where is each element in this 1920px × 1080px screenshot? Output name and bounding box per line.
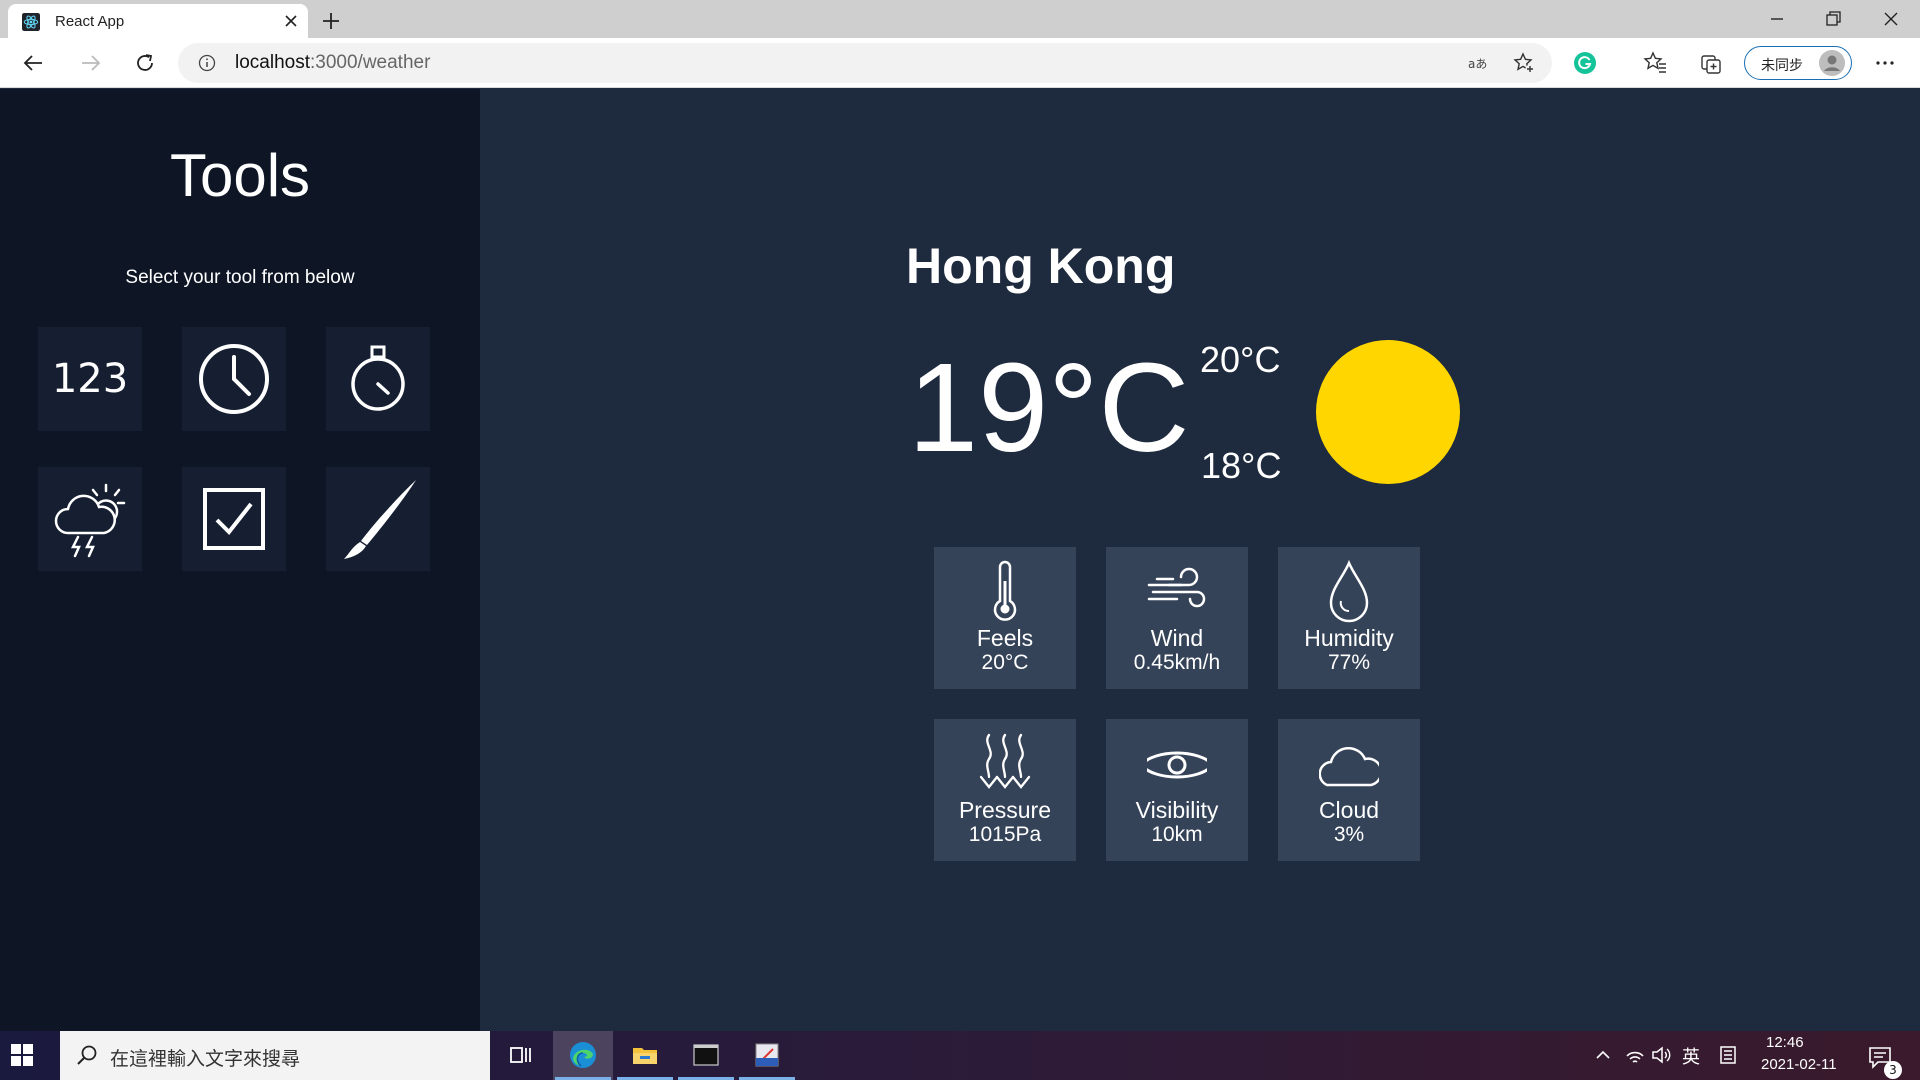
search-placeholder: 在這裡輸入文字來搜尋 [110, 1048, 301, 1070]
wind-icon [1147, 567, 1206, 608]
tool-stopwatch[interactable] [326, 327, 430, 431]
address-bar[interactable]: localhost:3000/weather aあ [178, 43, 1552, 83]
terminal-icon [693, 1044, 719, 1066]
sync-status-label: 未同步 [1761, 58, 1803, 74]
refresh-icon[interactable] [132, 50, 158, 76]
eye-icon [1147, 751, 1207, 779]
url-host: localhost [235, 52, 310, 73]
browser-tab-bar: React App [0, 0, 1920, 38]
stat-label: Visibility [1135, 797, 1219, 823]
stat-label: Feels [976, 625, 1034, 651]
info-icon[interactable] [198, 54, 216, 72]
windows-start-icon[interactable] [10, 1043, 34, 1067]
stat-label: Cloud [1318, 797, 1380, 823]
stat-cloud: Cloud 3% [1278, 719, 1420, 861]
stat-value: 1015Pa [968, 823, 1042, 846]
volume-icon[interactable] [1650, 1044, 1672, 1066]
profile-button[interactable]: 未同步 [1744, 46, 1852, 80]
new-tab-icon[interactable] [318, 8, 344, 34]
tool-paint[interactable] [326, 467, 430, 571]
stat-feels: Feels 20°C [934, 547, 1076, 689]
stopwatch-icon [351, 345, 405, 411]
notification-center-button[interactable]: 3 [1866, 1043, 1902, 1079]
task-view-button[interactable] [490, 1031, 550, 1080]
taskbar-file-explorer[interactable] [615, 1031, 675, 1080]
clock-time[interactable]: 12:46 [1766, 1034, 1804, 1051]
stat-value: 10km [1151, 823, 1203, 846]
tool-numbers[interactable]: 123 [38, 327, 142, 431]
translate-icon[interactable]: aあ [1466, 51, 1490, 75]
browser-tab[interactable]: React App [8, 4, 308, 38]
pressure-icon [979, 733, 1031, 789]
task-view-icon [510, 1047, 531, 1063]
stat-humidity: Humidity 77% [1278, 547, 1420, 689]
stat-label: Pressure [958, 797, 1052, 823]
thermometer-icon [993, 560, 1017, 621]
search-icon [77, 1045, 97, 1065]
notification-count-badge: 3 [1884, 1061, 1902, 1079]
max-temperature: 20°C [1200, 339, 1281, 380]
checkbox-icon [203, 488, 265, 550]
stat-pressure: Pressure 1015Pa [934, 719, 1076, 861]
current-temperature: 19°C [908, 337, 1190, 478]
windows-taskbar: 在這裡輸入文字來搜尋 英 12:46 2021-02-11 3 [0, 1031, 1920, 1080]
chevron-up-icon[interactable] [1592, 1044, 1614, 1066]
more-options-icon[interactable] [1872, 50, 1898, 76]
tool-clock[interactable] [182, 327, 286, 431]
clock-icon [199, 344, 269, 414]
stat-visibility: Visibility 10km [1106, 719, 1248, 861]
stat-label: Wind [1150, 625, 1204, 651]
snipping-tool-icon [755, 1043, 779, 1067]
close-window-icon[interactable] [1878, 6, 1904, 32]
tab-title: React App [55, 13, 125, 30]
restore-icon[interactable] [1820, 6, 1846, 32]
droplet-icon [1329, 559, 1369, 623]
add-favorite-icon[interactable] [1512, 51, 1536, 75]
stat-value: 77% [1327, 651, 1371, 674]
avatar-icon [1819, 50, 1845, 76]
city-name: Hong Kong [906, 238, 1176, 294]
weather-panel: Hong Kong 19°C 20°C 18°C Feels 20°C Wind… [480, 89, 1920, 1031]
react-logo-icon [22, 13, 40, 31]
stat-value: 20°C [981, 651, 1029, 674]
sidebar-title: Tools [169, 142, 311, 209]
network-icon[interactable] [1624, 1044, 1646, 1066]
sun-icon [1316, 340, 1460, 484]
url-text[interactable]: localhost:3000/weather [235, 52, 430, 74]
edge-browser-icon [570, 1042, 596, 1068]
stat-value: 3% [1333, 823, 1365, 846]
favorites-icon[interactable] [1642, 50, 1668, 76]
ime-mode-icon[interactable] [1717, 1044, 1739, 1066]
taskbar-search-input[interactable]: 在這裡輸入文字來搜尋 [60, 1031, 490, 1080]
weather-storm-icon [54, 483, 126, 558]
numbers-icon: 123 [51, 356, 129, 402]
cloud-icon [1319, 746, 1379, 787]
folder-icon [633, 1048, 657, 1064]
close-icon[interactable] [282, 12, 300, 30]
taskbar-terminal[interactable] [676, 1031, 736, 1080]
back-arrow-icon[interactable] [21, 50, 47, 76]
taskbar-edge[interactable] [553, 1031, 613, 1080]
forward-arrow-icon[interactable] [77, 50, 103, 76]
svg-text:aあ: aあ [1468, 57, 1487, 71]
taskbar-snipping-tool[interactable] [737, 1031, 797, 1080]
brush-icon [344, 480, 416, 559]
sidebar-subtitle: Select your tool from below [125, 267, 355, 288]
tools-sidebar: Tools Select your tool from below 123 [0, 89, 480, 1031]
tool-weather[interactable] [38, 467, 142, 571]
url-path: :3000/weather [310, 52, 431, 73]
collections-icon[interactable] [1698, 50, 1724, 76]
stat-wind: Wind 0.45km/h [1106, 547, 1248, 689]
stat-label: Humidity [1304, 625, 1394, 651]
browser-toolbar: localhost:3000/weather aあ 未同步 [0, 38, 1920, 88]
ime-indicator[interactable]: 英 [1682, 1043, 1700, 1069]
minimize-icon[interactable] [1764, 6, 1790, 32]
stat-value: 0.45km/h [1133, 651, 1221, 674]
grammarly-icon[interactable] [1572, 50, 1598, 76]
min-temperature: 18°C [1201, 445, 1282, 486]
clock-date[interactable]: 2021-02-11 [1761, 1056, 1837, 1073]
tool-todo[interactable] [182, 467, 286, 571]
